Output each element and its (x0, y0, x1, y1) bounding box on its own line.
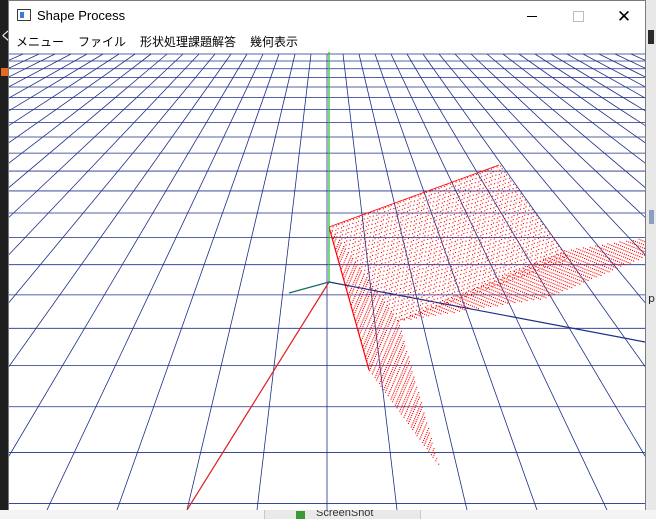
point-cloud-side-face (397, 238, 645, 322)
menu-item-file[interactable]: ファイル (71, 32, 133, 52)
app-window: Shape Process ✕ メニュー ファイル 形状処理課題解答 幾何表示 (8, 0, 646, 510)
menu-bar: メニュー ファイル 形状処理課題解答 幾何表示 (9, 32, 645, 52)
menu-item-shape-processing[interactable]: 形状処理課題解答 (133, 32, 243, 52)
menu-item-menu[interactable]: メニュー (9, 32, 71, 52)
desktop-right-icon (649, 210, 654, 224)
3d-scene[interactable] (9, 52, 645, 510)
point-cloud-edge (328, 164, 500, 228)
title-bar[interactable]: Shape Process ✕ (9, 1, 645, 32)
maximize-icon (572, 11, 584, 22)
point-cloud-front-face (329, 227, 440, 465)
menu-item-geometry-display[interactable]: 幾何表示 (243, 32, 305, 52)
point-cloud (328, 164, 645, 465)
desktop-orange-mark (1, 68, 8, 76)
app-icon (17, 9, 31, 21)
window-title: Shape Process (37, 8, 126, 23)
minimize-icon (527, 16, 537, 17)
checkbox-icon (296, 511, 305, 519)
desktop-right-glyph: p (648, 292, 655, 305)
close-button[interactable]: ✕ (601, 1, 647, 32)
x-axis-line (186, 281, 330, 510)
desktop-bottom-strip: ScreenShot (0, 507, 656, 519)
desktop-right-edge: p (646, 0, 656, 519)
3d-viewport[interactable] (9, 52, 645, 510)
maximize-button[interactable] (555, 1, 601, 32)
minimize-button[interactable] (509, 1, 555, 32)
desktop-right-mark (648, 30, 654, 44)
close-icon: ✕ (616, 6, 632, 27)
